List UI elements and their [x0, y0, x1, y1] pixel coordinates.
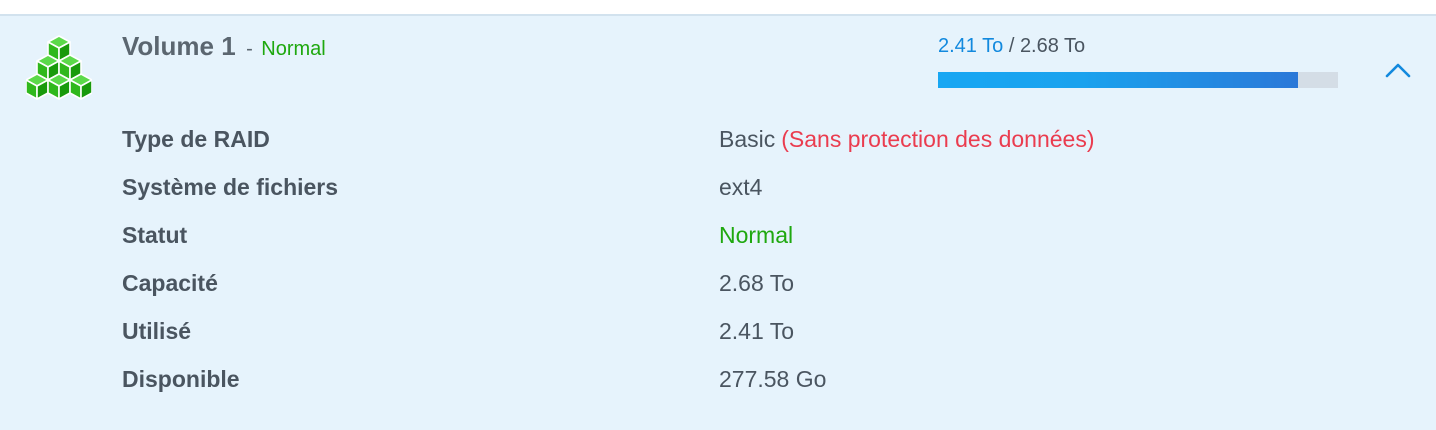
usage-total: 2.68 To [1019, 35, 1086, 57]
detail-value: 2.68 To [719, 270, 795, 296]
detail-label: Utilisé [122, 318, 192, 344]
usage-used: 2.41 To [938, 35, 1004, 57]
raid-type-value: Basic [719, 126, 776, 152]
detail-row-used: Utilisé 2.41 To [122, 312, 1322, 360]
detail-row-status: Statut Normal [122, 216, 1322, 264]
detail-row-file-system: Système de fichiers ext4 [122, 168, 1322, 216]
collapse-button[interactable] [1380, 54, 1416, 86]
volume-title: Volume 1 [122, 31, 236, 61]
title-separator: - [246, 38, 253, 60]
volume-header: Volume 1 - Normal [122, 31, 326, 62]
usage-separator: / [1008, 35, 1015, 57]
volume-status: Normal [261, 38, 326, 60]
status-value: Normal [719, 222, 794, 248]
detail-value: ext4 [719, 174, 763, 200]
detail-row-available: Disponible 277.58 Go [122, 360, 1322, 408]
usage-summary: 2.41 To / 2.68 To [938, 35, 1085, 58]
usage-bar [938, 72, 1338, 88]
volume-panel: Volume 1 - Normal 2.41 To / 2.68 To Type… [0, 14, 1436, 430]
detail-label: Disponible [122, 366, 240, 392]
detail-value: Basic (Sans protection des données) [719, 126, 1095, 153]
detail-label: Type de RAID [122, 126, 270, 152]
detail-label: Système de fichiers [122, 174, 339, 200]
detail-value: 277.58 Go [719, 366, 827, 392]
detail-row-capacity: Capacité 2.68 To [122, 264, 1322, 312]
usage-bar-fill [938, 72, 1298, 88]
volume-details: Type de RAID Basic (Sans protection des d… [122, 120, 1322, 408]
cubes-icon [26, 35, 92, 100]
detail-row-raid-type: Type de RAID Basic (Sans protection des d… [122, 120, 1322, 168]
chevron-up-icon [1385, 63, 1411, 78]
detail-label: Statut [122, 222, 188, 248]
detail-label: Capacité [122, 270, 218, 296]
raid-protection-warning: (Sans protection des données) [781, 126, 1095, 152]
detail-value: 2.41 To [719, 318, 795, 344]
